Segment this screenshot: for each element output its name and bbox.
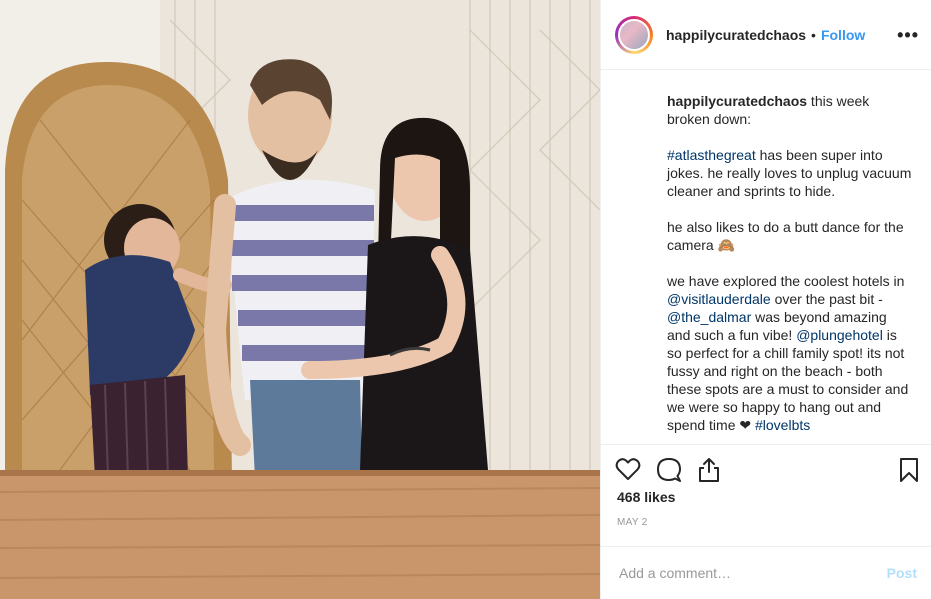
post-photo[interactable] [0, 0, 600, 599]
post-side-panel: happilycuratedchaos • Follow ••• happily… [600, 0, 931, 599]
more-options-icon[interactable]: ••• [897, 26, 919, 44]
family-photo-image [0, 0, 600, 599]
share-icon[interactable] [697, 457, 721, 483]
header-username[interactable]: happilycuratedchaos [666, 27, 806, 43]
instagram-post: happilycuratedchaos • Follow ••• happily… [0, 0, 931, 599]
comment-input[interactable] [617, 564, 887, 583]
caption: happilycuratedchaos this week broken dow… [601, 70, 931, 444]
caption-text: over the past bit - [770, 291, 883, 308]
caption-text: we have explored the coolest hotels in [667, 273, 905, 290]
avatar-image [618, 18, 650, 51]
mention-link[interactable]: @plungehotel [796, 327, 883, 343]
caption-paragraph: we have explored the coolest hotels in @… [667, 272, 913, 434]
avatar[interactable] [615, 15, 653, 54]
mention-link[interactable]: @the_dalmar [667, 309, 751, 325]
hashtag-link[interactable]: #lovelbts [755, 417, 810, 433]
caption-paragraph: #atlasthegreat has been super into jokes… [667, 146, 913, 200]
comment-icon[interactable] [656, 457, 682, 483]
header-separator: • [811, 26, 816, 43]
post-comment-button[interactable]: Post [887, 565, 917, 581]
bookmark-icon[interactable] [899, 457, 919, 483]
mention-link[interactable]: @visitlauderdale [667, 291, 771, 307]
caption-paragraph: happilycuratedchaos this week broken dow… [667, 92, 913, 128]
action-bar [601, 443, 931, 485]
likes-count[interactable]: 468 likes [601, 489, 931, 509]
comment-form: Post [601, 546, 931, 599]
heart-icon[interactable] [615, 457, 641, 481]
hashtag-link[interactable]: #atlasthegreat [667, 147, 756, 163]
follow-button[interactable]: Follow [821, 27, 865, 43]
post-date[interactable]: MAY 2 [601, 517, 931, 531]
post-header: happilycuratedchaos • Follow ••• [601, 0, 931, 71]
caption-username[interactable]: happilycuratedchaos [667, 93, 807, 109]
caption-text: he also likes to do a butt dance for the… [667, 219, 904, 254]
caption-paragraph: he also likes to do a butt dance for the… [667, 218, 913, 254]
